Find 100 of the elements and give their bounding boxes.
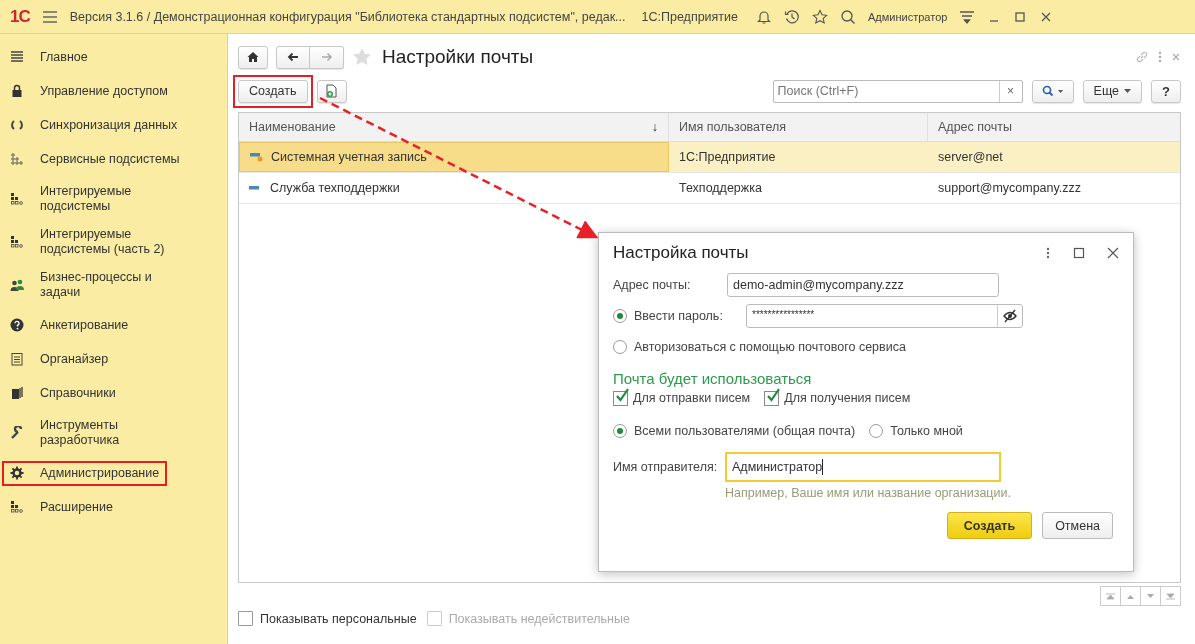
scroll-down-button[interactable] bbox=[1160, 586, 1181, 606]
table-cell: Системная учетная запись bbox=[239, 142, 669, 172]
sidebar-item[interactable]: Инструменты разработчика bbox=[0, 413, 227, 453]
section-icon bbox=[10, 50, 24, 64]
table-cell-text: 1С:Предприятие bbox=[678, 149, 777, 166]
clear-search-button[interactable]: × bbox=[998, 80, 1022, 102]
up-arrow-icon bbox=[1106, 592, 1115, 600]
field-hint: Например, Ваше имя или название организации. bbox=[725, 486, 1012, 500]
home-button[interactable] bbox=[238, 45, 268, 69]
checkbox-label: Показывать персональные bbox=[260, 611, 417, 626]
cancel-button[interactable]: Отмена bbox=[1042, 512, 1113, 539]
forward-arrow-icon bbox=[320, 51, 333, 63]
radio-label: Ввести пароль: bbox=[634, 308, 724, 323]
sidebar-label: Синхронизация данных bbox=[40, 117, 178, 132]
sidebar-label: Органайзер bbox=[40, 351, 109, 366]
checkbox[interactable] bbox=[613, 390, 628, 406]
field-label: Имя отправителя: bbox=[613, 460, 719, 474]
section-icon bbox=[10, 386, 24, 400]
radio-button[interactable] bbox=[613, 339, 627, 354]
app-name: 1С:Предприятие bbox=[641, 9, 739, 24]
sidebar-item[interactable]: Расширение bbox=[0, 490, 227, 524]
column-header[interactable]: Адрес почты bbox=[928, 113, 1180, 141]
table-row[interactable]: Системная учетная запись 1С:Предприятие server@net bbox=[239, 142, 1180, 173]
sidebar-item[interactable]: Управление доступом bbox=[0, 74, 227, 108]
help-button[interactable]: ? bbox=[1151, 79, 1181, 103]
form-title: Настройки почты bbox=[382, 46, 534, 68]
radio-button[interactable] bbox=[869, 423, 884, 438]
sidebar-label: Расширение bbox=[40, 499, 113, 514]
dialog-title: Настройка почты bbox=[613, 243, 749, 263]
sidebar-item[interactable]: Органайзер bbox=[0, 342, 227, 376]
settings-menu-icon[interactable] bbox=[959, 8, 976, 25]
app-logo: 1С bbox=[10, 6, 30, 27]
maximize-icon[interactable] bbox=[1073, 247, 1085, 259]
table-row[interactable]: Служба техподдержки Техподдержка support@mycompany.zzz bbox=[239, 173, 1180, 204]
sidebar-label: Управление доступом bbox=[40, 83, 168, 98]
more-options-icon[interactable] bbox=[1045, 246, 1051, 260]
down-arrow-icon bbox=[1166, 592, 1175, 600]
sidebar-item[interactable]: Анкетирование bbox=[0, 308, 227, 342]
section-icon bbox=[10, 426, 24, 440]
sidebar-item[interactable]: Главное bbox=[0, 40, 227, 74]
home-icon bbox=[247, 51, 259, 63]
document-plus-icon bbox=[325, 84, 338, 98]
window-title: Версия 3.1.6 / Демонстрационная конфигурация "Библиотека стандартных подсистем", редак... bbox=[69, 9, 626, 24]
sidebar-item[interactable]: Справочники bbox=[0, 376, 227, 410]
radio-button[interactable] bbox=[613, 308, 627, 323]
section-icon bbox=[10, 466, 24, 480]
history-icon[interactable] bbox=[784, 8, 801, 25]
table-cell: Служба техподдержки bbox=[239, 173, 669, 203]
sidebar-label: Главное bbox=[40, 49, 88, 64]
star-icon[interactable] bbox=[812, 8, 829, 25]
up-arrow-icon bbox=[1126, 592, 1135, 600]
sidebar-label: Интегрируемые подсистемы (часть 2) bbox=[40, 227, 165, 256]
back-button[interactable] bbox=[276, 45, 310, 69]
sidebar-item[interactable]: Синхронизация данных bbox=[0, 108, 227, 142]
radio-label: Всеми пользователями (общая почта) bbox=[634, 423, 856, 438]
account-key-icon bbox=[250, 151, 263, 163]
more-options-icon[interactable] bbox=[1157, 50, 1163, 64]
search-field[interactable]: Поиск (Ctrl+F) × bbox=[772, 79, 1023, 103]
sidebar-item[interactable]: Интегрируемые подсистемы (часть 2) bbox=[0, 222, 227, 262]
section-icon bbox=[10, 352, 24, 366]
sidebar-label: Анкетирование bbox=[40, 317, 129, 332]
checkbox-label: Для отправки писем bbox=[633, 391, 751, 405]
section-icon bbox=[10, 192, 24, 206]
radio-label: Авторизоваться с помощью почтового сервиса bbox=[634, 339, 906, 354]
scroll-up-button[interactable] bbox=[1100, 586, 1121, 606]
password-field[interactable]: **************** bbox=[746, 303, 1023, 328]
sidebar-item[interactable]: Бизнес-процессы и задачи bbox=[0, 265, 227, 305]
column-header[interactable]: Наименование ↓ bbox=[239, 113, 669, 141]
email-field[interactable]: demo-admin@mycompany.zzz bbox=[727, 272, 999, 297]
checkbox-label: Показывать недействительные bbox=[448, 611, 630, 626]
add-document-button[interactable] bbox=[316, 79, 347, 103]
checkbox[interactable] bbox=[764, 390, 780, 406]
section-icon bbox=[10, 118, 24, 132]
checkbox[interactable] bbox=[238, 611, 253, 626]
sidebar-label: Интегрируемые подсистемы bbox=[40, 184, 132, 213]
favorite-star-icon[interactable] bbox=[352, 47, 372, 67]
search-options-button[interactable] bbox=[1031, 79, 1074, 103]
more-menu-button[interactable]: Еще bbox=[1082, 79, 1142, 103]
radio-label: Только мной bbox=[890, 423, 963, 438]
sidebar-item[interactable]: Сервисные подсистемы bbox=[0, 142, 227, 176]
create-button[interactable]: Создать bbox=[238, 79, 308, 103]
close-icon[interactable] bbox=[1107, 247, 1119, 259]
sender-name-field[interactable]: Администратор bbox=[725, 452, 1001, 482]
radio-button[interactable] bbox=[613, 423, 627, 438]
bell-icon[interactable] bbox=[756, 8, 773, 25]
sidebar-item[interactable]: Интегрируемые подсистемы bbox=[0, 179, 227, 219]
sidebar-label: Сервисные подсистемы bbox=[40, 151, 180, 166]
create-button[interactable]: Создать bbox=[946, 512, 1033, 539]
column-header[interactable]: Имя пользователя bbox=[669, 113, 928, 141]
back-arrow-icon bbox=[287, 51, 299, 63]
search-icon[interactable] bbox=[840, 8, 857, 25]
search-dropdown-icon bbox=[1041, 85, 1064, 97]
user-name[interactable]: Администратор bbox=[868, 10, 948, 23]
sidebar-item[interactable]: Администрирование bbox=[0, 456, 227, 490]
menu-icon[interactable] bbox=[41, 9, 58, 24]
checkbox-label: Для получения писем bbox=[784, 391, 911, 405]
table-cell-text: support@mycompany.zzz bbox=[937, 180, 1083, 197]
table-cell-text: server@net bbox=[937, 149, 1004, 166]
section-icon bbox=[10, 278, 24, 292]
sidebar-label: Справочники bbox=[40, 385, 116, 400]
